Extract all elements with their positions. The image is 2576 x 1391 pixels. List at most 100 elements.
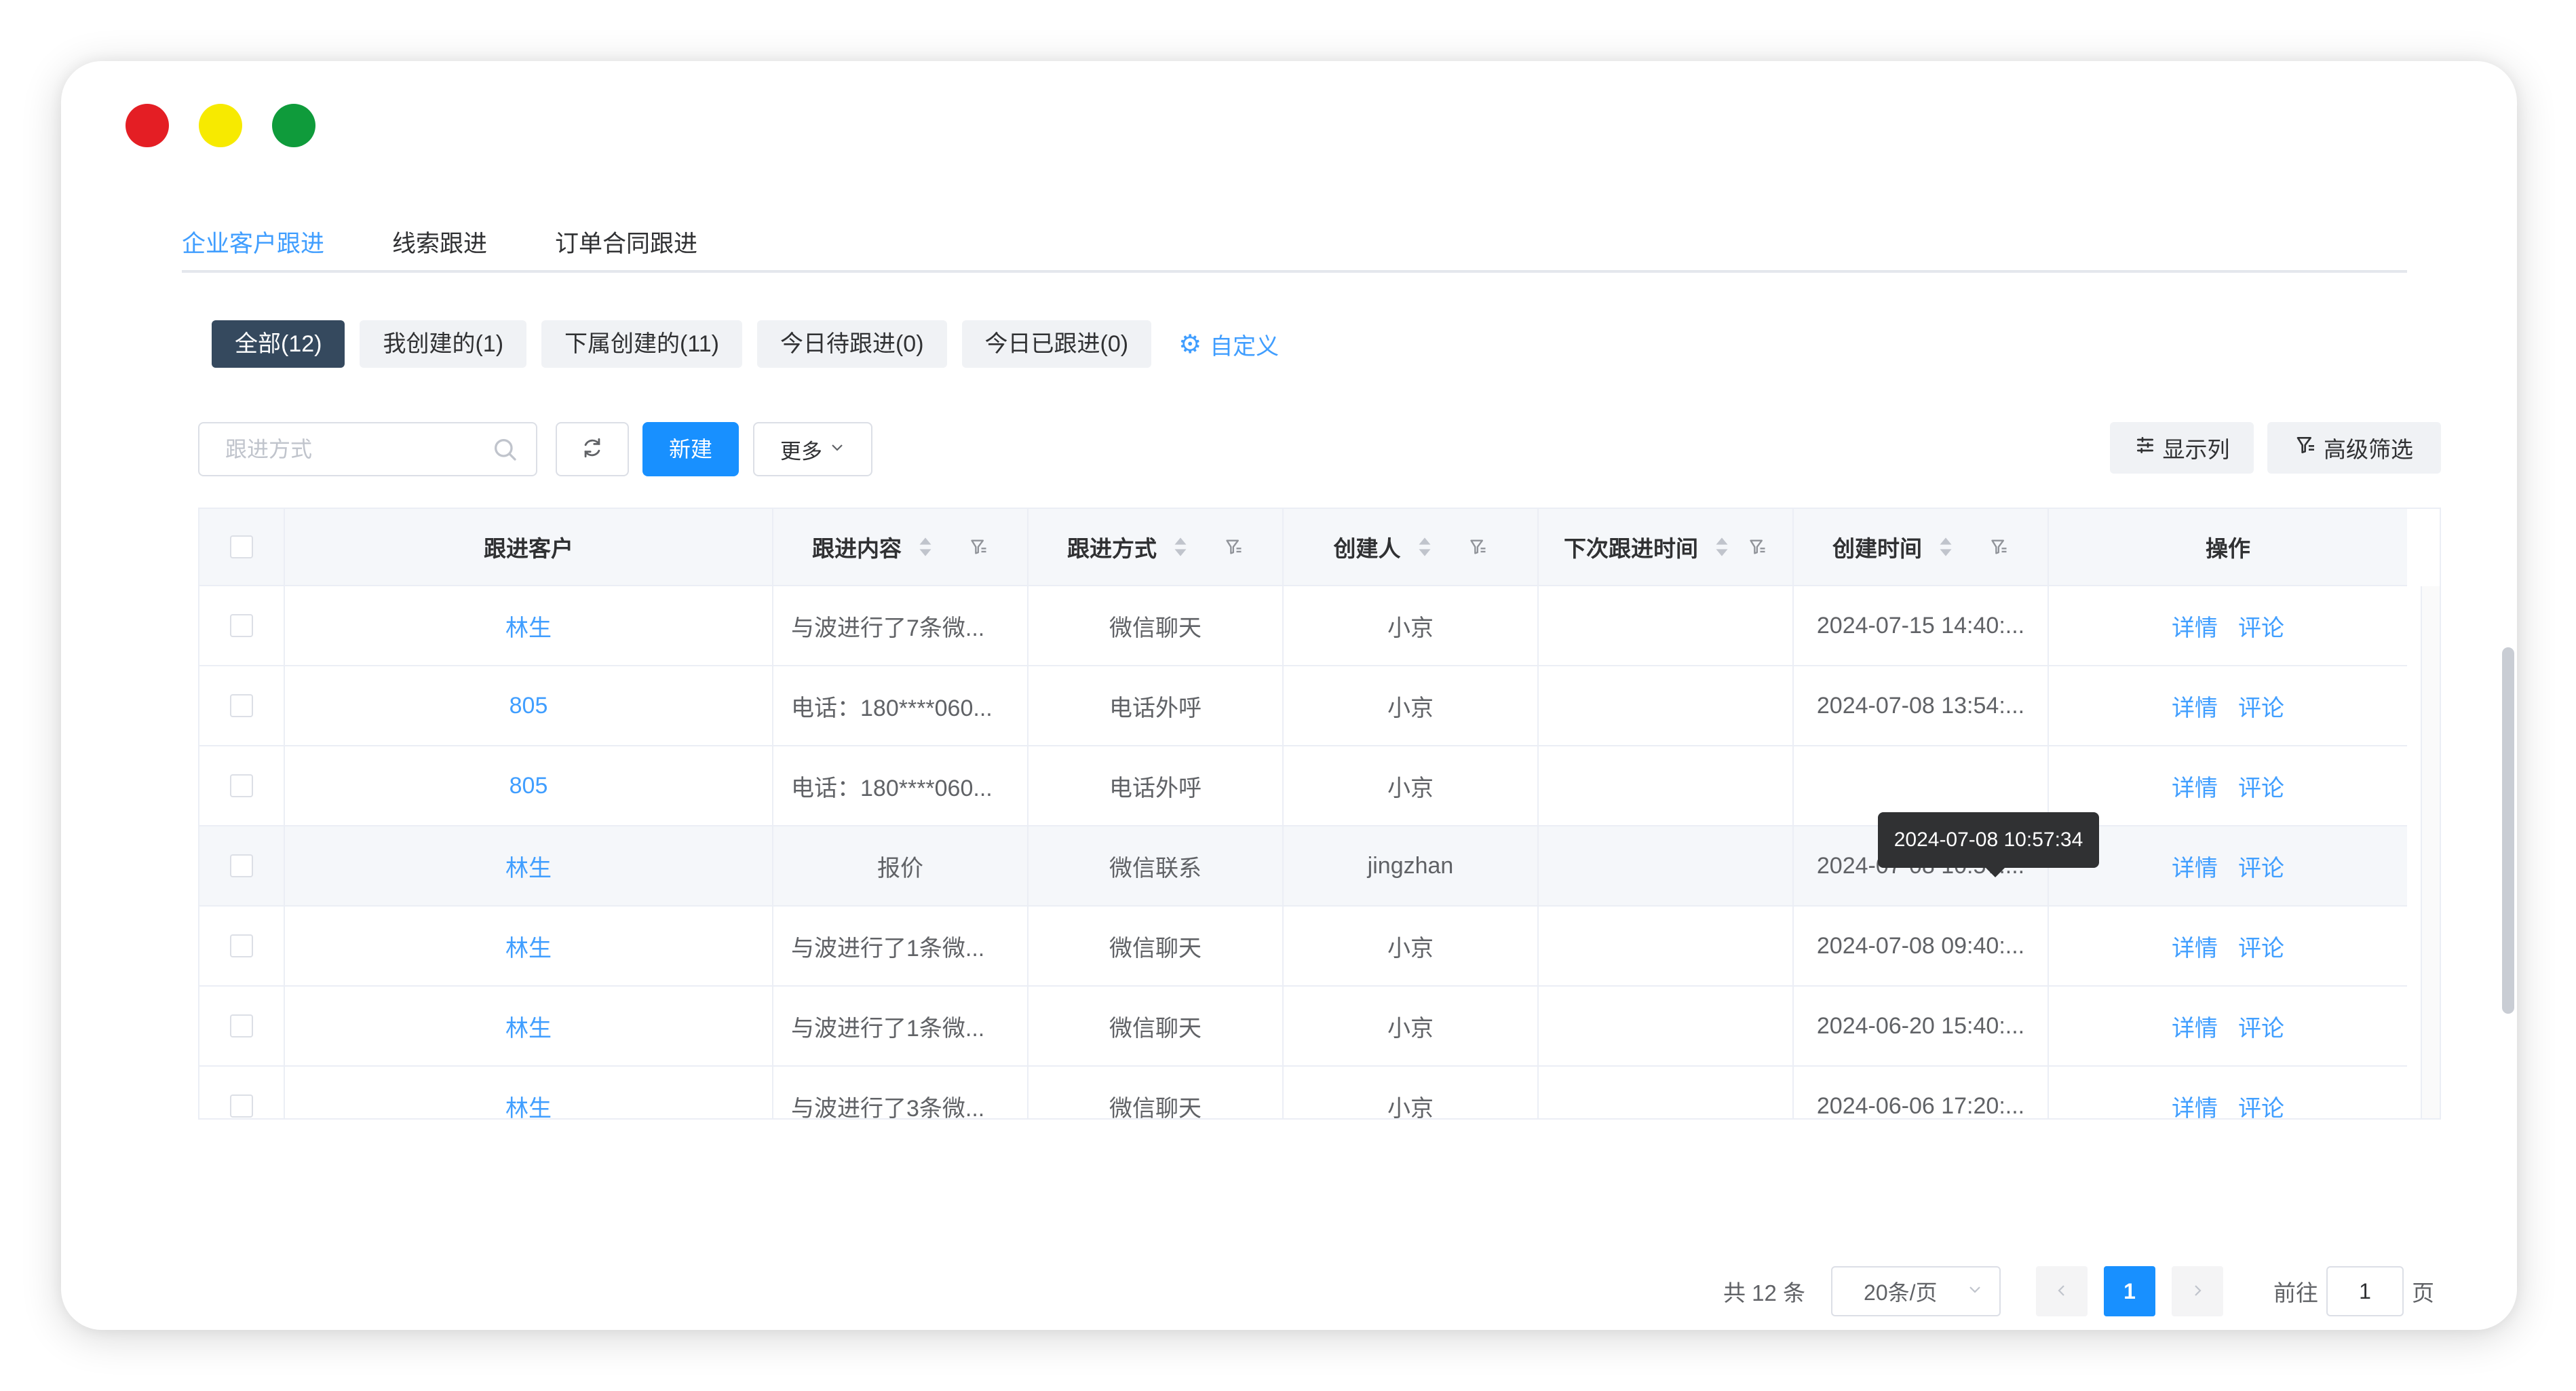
creator-text: 小京 (1387, 935, 1434, 961)
table-row: 林生 与波进行了3条微... 微信聊天 小京 2024-06-06 17:20:… (199, 1067, 2407, 1119)
row-checkbox[interactable] (230, 1014, 253, 1037)
next-page-button[interactable] (2172, 1266, 2224, 1316)
table-scrollbar-thumb[interactable] (2502, 647, 2514, 1014)
created-time-text: 2024-06-06 17:20:... (1816, 1092, 2025, 1119)
creator-text: jingzhan (1367, 852, 1454, 879)
tab-enterprise-customer[interactable]: 企业客户跟进 (182, 224, 324, 273)
row-checkbox[interactable] (230, 614, 253, 637)
customer-link[interactable]: 林生 (505, 1010, 552, 1043)
created-time-text: 2024-06-20 15:40:... (1816, 1012, 2025, 1039)
customer-link[interactable]: 林生 (505, 850, 552, 883)
creator-text: 小京 (1387, 1015, 1434, 1042)
page-number-current[interactable]: 1 (2104, 1266, 2156, 1316)
comment-link[interactable]: 评论 (2238, 609, 2284, 643)
pagination: 共 12 条 20条/页 1 前往 页 (1723, 1265, 2434, 1317)
header-customer: 跟进客户 (285, 509, 773, 585)
header-next-time: 下次跟进时间 (1539, 509, 1794, 585)
method-text: 电话外呼 (1109, 695, 1202, 721)
content-text: 与波进行了1条微... (791, 935, 985, 961)
filter-icon[interactable] (1225, 537, 1244, 556)
created-time-text: 2024-07-08 09:40:... (1816, 932, 2025, 959)
segment-all[interactable]: 全部(12) (212, 320, 345, 368)
header-creator: 创建人 (1284, 509, 1539, 585)
detail-link[interactable]: 详情 (2172, 769, 2218, 803)
customer-link[interactable]: 805 (510, 693, 548, 719)
sort-icon[interactable] (1713, 535, 1731, 558)
refresh-button[interactable] (556, 422, 629, 476)
detail-link[interactable]: 详情 (2172, 1010, 2218, 1043)
header-method: 跟进方式 (1029, 509, 1284, 585)
table-row: 林生 与波进行了1条微... 微信聊天 小京 2024-07-08 09:40:… (199, 907, 2407, 987)
method-text: 电话外呼 (1109, 775, 1202, 801)
creator-text: 小京 (1387, 615, 1434, 641)
sort-icon[interactable] (917, 535, 934, 558)
customize-link[interactable]: ⚙ 自定义 (1178, 328, 1279, 361)
sort-icon[interactable] (1937, 535, 1955, 558)
row-checkbox[interactable] (230, 1094, 253, 1118)
app-window: 企业客户跟进 线索跟进 订单合同跟进 全部(12) 我创建的(1) 下属创建的(… (61, 61, 2517, 1330)
detail-link[interactable]: 详情 (2172, 850, 2218, 883)
customer-link[interactable]: 林生 (505, 1090, 552, 1119)
comment-link[interactable]: 评论 (2238, 769, 2284, 803)
tab-order-contract[interactable]: 订单合同跟进 (555, 224, 697, 273)
goto-label: 前往 (2273, 1280, 2319, 1306)
filter-icon[interactable] (1990, 537, 2009, 556)
table-scrollbar-track[interactable] (2421, 586, 2440, 1118)
pagination-total: 共 12 条 (1723, 1280, 1806, 1306)
comment-link[interactable]: 评论 (2238, 850, 2284, 883)
table-row: 林生 与波进行了1条微... 微信聊天 小京 2024-06-20 15:40:… (199, 987, 2407, 1067)
search-input[interactable] (199, 423, 471, 475)
more-dropdown[interactable]: 更多 (753, 422, 872, 476)
segment-created-by-me[interactable]: 我创建的(1) (360, 320, 527, 368)
page-size-label: 20条/页 (1864, 1280, 1938, 1305)
prev-page-button[interactable] (2036, 1266, 2088, 1316)
segment-created-by-subordinates[interactable]: 下属创建的(11) (541, 320, 742, 368)
new-button[interactable]: 新建 (642, 422, 739, 476)
advanced-filter-button[interactable]: 高级筛选 (2267, 422, 2441, 474)
detail-link[interactable]: 详情 (2172, 1090, 2218, 1119)
table-row: 林生 与波进行了7条微... 微信聊天 小京 2024-07-15 14:40:… (199, 586, 2407, 666)
tab-lead[interactable]: 线索跟进 (392, 224, 487, 273)
table-row: 805 电话：180****060... 电话外呼 小京 2024-07-08 … (199, 666, 2407, 746)
filter-icon[interactable] (1469, 537, 1488, 556)
display-columns-button[interactable]: 显示列 (2110, 422, 2254, 474)
row-checkbox[interactable] (230, 774, 253, 797)
sort-icon[interactable] (1172, 535, 1189, 558)
customer-link[interactable]: 林生 (505, 930, 552, 963)
sort-icon[interactable] (1416, 535, 1434, 558)
content-text: 与波进行了7条微... (791, 615, 985, 641)
detail-link[interactable]: 详情 (2172, 609, 2218, 643)
method-text: 微信聊天 (1109, 615, 1202, 641)
filter-icon[interactable] (1748, 537, 1767, 556)
chevron-down-icon (1967, 1281, 1983, 1302)
comment-link[interactable]: 评论 (2238, 1090, 2284, 1119)
page-size-select[interactable]: 20条/页 (1831, 1266, 2001, 1316)
chevron-right-icon (2189, 1279, 2206, 1304)
comment-link[interactable]: 评论 (2238, 689, 2284, 723)
row-checkbox[interactable] (230, 854, 253, 877)
filter-icon[interactable] (969, 537, 988, 556)
detail-link[interactable]: 详情 (2172, 930, 2218, 963)
detail-link[interactable]: 详情 (2172, 689, 2218, 723)
method-text: 微信聊天 (1109, 935, 1202, 961)
row-checkbox[interactable] (230, 934, 253, 957)
select-all-checkbox[interactable] (230, 535, 253, 558)
gear-icon: ⚙ (1178, 330, 1202, 359)
follow-up-table: 跟进客户 跟进内容 跟进方式 创建人 下次跟进时间 创建时间 操作 林生 与波进… (198, 508, 2441, 1120)
goto-page-input[interactable] (2326, 1266, 2404, 1316)
content-text: 报价 (877, 855, 923, 881)
segment-done-today[interactable]: 今日已跟进(0) (961, 320, 1152, 368)
comment-link[interactable]: 评论 (2238, 1010, 2284, 1043)
customer-link[interactable]: 林生 (505, 609, 552, 643)
search-icon[interactable] (491, 436, 518, 466)
display-columns-label: 显示列 (2162, 437, 2230, 462)
segment-todo-today[interactable]: 今日待跟进(0) (756, 320, 947, 368)
page-suffix: 页 (2412, 1280, 2435, 1306)
customer-link[interactable]: 805 (510, 773, 548, 799)
comment-link[interactable]: 评论 (2238, 930, 2284, 963)
row-checkbox[interactable] (230, 694, 253, 717)
header-select-cell (199, 509, 285, 585)
chevron-down-icon (829, 439, 845, 460)
method-text: 微信联系 (1109, 855, 1202, 881)
toolbar: 新建 更多 显示列 高级筛选 (198, 422, 2441, 478)
